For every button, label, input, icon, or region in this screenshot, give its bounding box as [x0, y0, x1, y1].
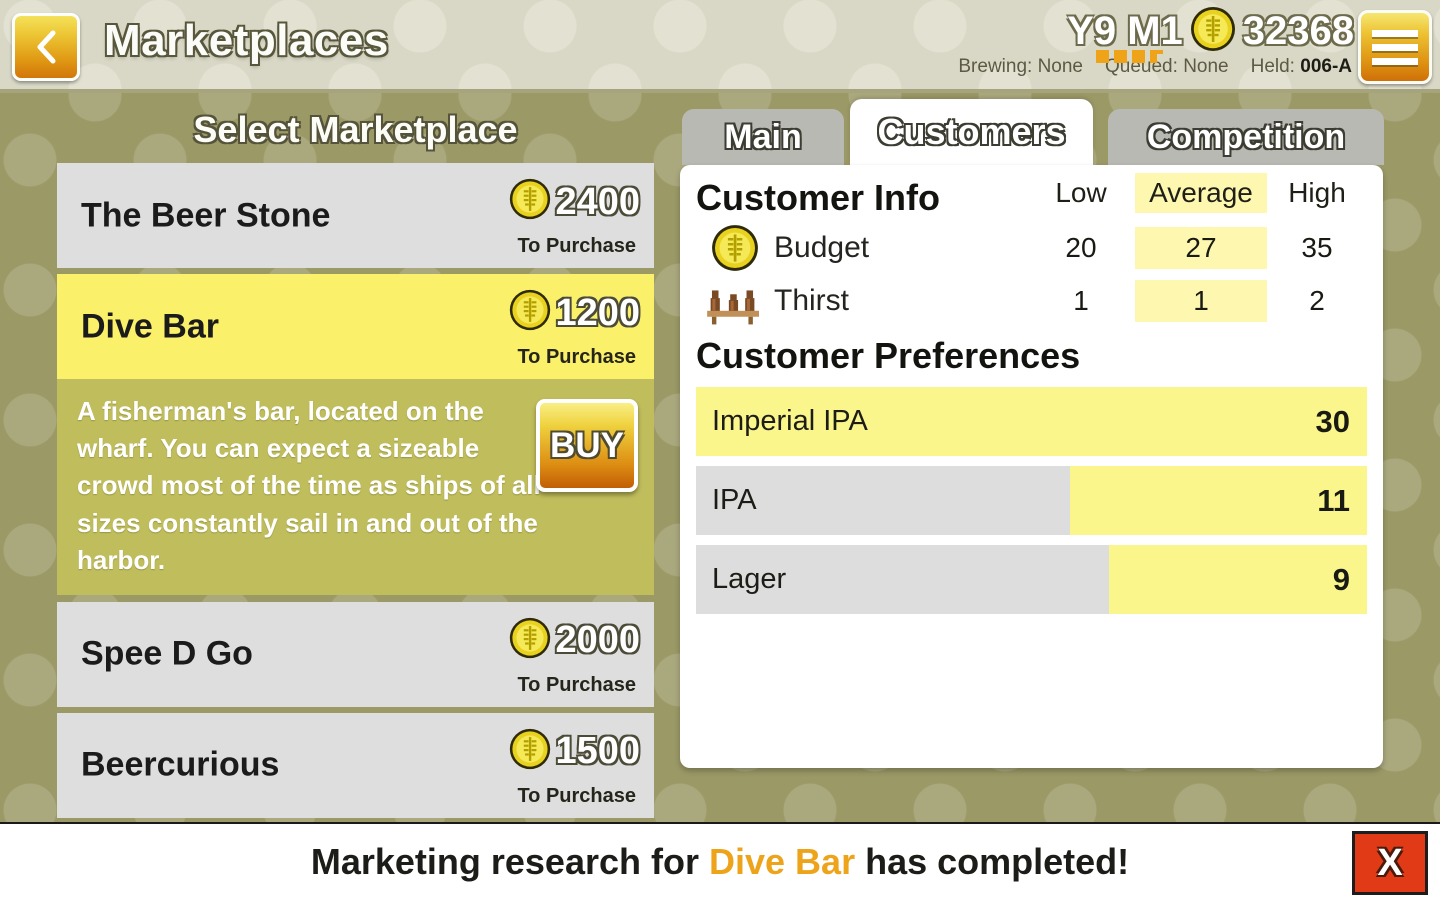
marketplace-list-panel: Select Marketplace The Beer Stone 2400 T… [57, 93, 654, 824]
queued-value: None [1183, 56, 1229, 77]
preference-value: 11 [1317, 482, 1350, 518]
tab-label: Main [724, 117, 802, 156]
marketplace-price-caption: To Purchase [517, 673, 636, 696]
column-header-average: Average [1135, 173, 1267, 213]
hamburger-menu-button[interactable] [1358, 10, 1432, 84]
marketplace-price-caption: To Purchase [517, 346, 636, 368]
brewing-status: Brewing: None [958, 56, 1083, 78]
customers-tab-panel: Customer Info Low Average High Budget 20… [680, 165, 1383, 768]
budget-average: 27 [1135, 227, 1267, 269]
marketplace-price-caption: To Purchase [517, 235, 636, 257]
preference-row-ipa: IPA 11 [696, 466, 1367, 535]
customer-info-header-row: Customer Info Low Average High [696, 173, 1367, 219]
app-root: Marketplaces Y9 M1 32368 Brewing: None Q… [0, 0, 1440, 900]
wheat-coin-icon [508, 616, 552, 665]
marketplace-row-dive-bar[interactable]: Dive Bar 1200 To Purchase [57, 274, 654, 379]
wheat-coin-icon [508, 177, 552, 226]
hamburger-menu-icon [1372, 43, 1418, 51]
notification-text: Marketing research for Dive Bar has comp… [311, 841, 1129, 883]
beer-bottles-icon [696, 277, 774, 325]
marketplace-price-group: 1200 [508, 288, 640, 337]
hamburger-menu-icon [1372, 57, 1418, 65]
marketplace-price-caption: To Purchase [517, 784, 636, 807]
column-header-low: Low [1055, 177, 1107, 208]
pip [1114, 50, 1128, 63]
notification-suffix: has completed! [855, 841, 1130, 882]
tab-main[interactable]: Main [682, 109, 844, 165]
marketplace-price: 2000 [555, 619, 640, 662]
game-date: Y9 M1 [1067, 9, 1183, 53]
marketplace-row-the-beer-stone[interactable]: The Beer Stone 2400 To Purchase [57, 163, 654, 268]
pip-partial [1150, 50, 1164, 63]
marketplace-price-group: 2000 [508, 616, 640, 665]
notification-prefix: Marketing research for [310, 841, 709, 882]
marketplace-description-panel: A fisherman's bar, located on the wharf.… [57, 379, 654, 595]
wheat-coin-icon [696, 223, 774, 273]
marketplace-name: The Beer Stone [81, 196, 331, 234]
customer-info-label: Budget [774, 231, 870, 264]
customer-info-title: Customer Info [696, 177, 941, 218]
content-area: Select Marketplace The Beer Stone 2400 T… [0, 93, 1440, 900]
brewing-label: Brewing: [958, 56, 1033, 77]
app-header: Marketplaces Y9 M1 32368 Brewing: None Q… [0, 0, 1440, 93]
preference-value: 9 [1332, 561, 1350, 597]
wheat-coin-icon [1189, 5, 1237, 58]
tab-bar: Main Customers Competition [668, 93, 1384, 165]
customer-info-row-budget: Budget 20 27 35 [696, 223, 1367, 273]
held-value: 006-A [1300, 56, 1352, 77]
marketplace-name: Spee D Go [81, 634, 253, 673]
budget-low: 20 [1065, 232, 1097, 263]
marketplace-row-beercurious[interactable]: Beercurious 1500 To Purchase [57, 712, 654, 818]
thirst-low: 1 [1073, 285, 1089, 316]
pip [1132, 50, 1146, 63]
preference-row-imperial-ipa: Imperial IPA 30 [696, 387, 1367, 456]
page-title: Marketplaces [104, 16, 389, 65]
hud: Y9 M1 32368 Brewing: None Queued: None H… [958, 6, 1354, 78]
marketplace-price-group: 2400 [508, 177, 640, 226]
preference-name: Lager [712, 563, 787, 595]
tab-label: Competition [1146, 117, 1346, 156]
marketplace-row-spee-d-go[interactable]: Spee D Go 2000 To Purchase [57, 601, 654, 707]
chevron-left-icon [33, 28, 59, 66]
select-marketplace-heading: Select Marketplace [193, 109, 518, 150]
notification-highlight: Dive Bar [709, 841, 856, 882]
marketplace-name: Beercurious [81, 745, 280, 784]
customer-info-label: Thirst [774, 284, 849, 317]
hamburger-menu-icon [1372, 29, 1418, 37]
preference-name: Imperial IPA [712, 405, 868, 437]
hud-top-row: Y9 M1 32368 [958, 6, 1354, 54]
thirst-average: 1 [1135, 280, 1267, 322]
money-amount: 32368 [1242, 9, 1354, 53]
held-label: Held: [1250, 56, 1295, 77]
preference-name: IPA [712, 484, 757, 516]
marketplace-price: 1200 [555, 291, 640, 334]
month-progress-pips [1096, 50, 1164, 63]
wheat-coin-icon [508, 288, 552, 337]
pip [1096, 50, 1110, 63]
preference-row-lager: Lager 9 [696, 545, 1367, 614]
marketplace-description-text: A fisherman's bar, located on the wharf.… [77, 396, 541, 575]
close-notification-button[interactable]: X [1352, 831, 1428, 895]
wheat-coin-icon [508, 727, 552, 776]
buy-button[interactable]: BUY [536, 399, 638, 492]
customer-info-row-thirst: Thirst 1 1 2 [696, 277, 1367, 325]
marketplace-price: 1500 [555, 730, 640, 773]
tab-customers[interactable]: Customers [850, 99, 1093, 165]
tab-competition[interactable]: Competition [1108, 109, 1384, 165]
marketplace-detail-panel: Main Customers Competition Customer Info… [668, 93, 1384, 768]
marketplace-price: 2400 [555, 180, 640, 223]
preference-bar [1109, 545, 1367, 614]
preference-value: 30 [1315, 403, 1350, 439]
held-status: Held: 006-A [1251, 56, 1352, 78]
brewing-value: None [1037, 56, 1083, 77]
marketplace-name: Dive Bar [81, 307, 219, 345]
tab-label: Customers [877, 111, 1066, 152]
notification-banner: Marketing research for Dive Bar has comp… [0, 822, 1440, 900]
marketplace-price-group: 1500 [508, 727, 640, 776]
thirst-high: 2 [1309, 285, 1325, 316]
back-button[interactable] [12, 13, 80, 81]
column-header-high: High [1288, 177, 1346, 208]
budget-high: 35 [1301, 232, 1333, 263]
customer-preferences-title: Customer Preferences [696, 335, 1081, 376]
